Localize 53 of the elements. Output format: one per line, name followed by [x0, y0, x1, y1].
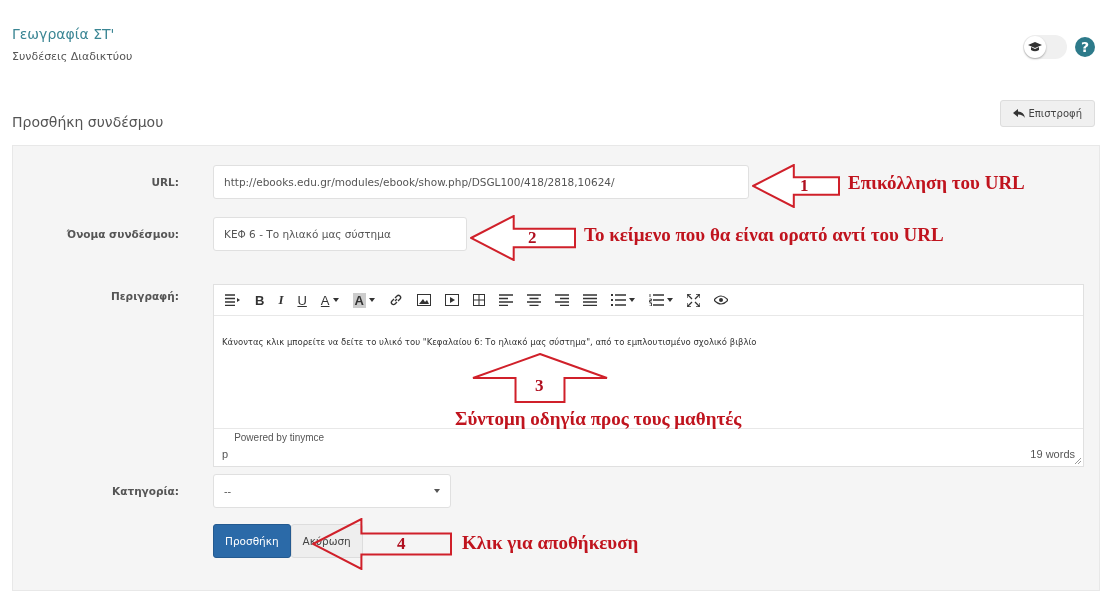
add-button[interactable]: Προσθήκη [213, 524, 291, 558]
element-path: p [222, 448, 229, 460]
link-icon [388, 293, 403, 307]
text-color-button[interactable]: A [315, 290, 344, 310]
page-title: Προσθήκη συνδέσμου [12, 114, 164, 130]
resize-handle-icon[interactable] [1075, 458, 1081, 464]
bold-button[interactable]: B [250, 290, 270, 310]
justify-icon [582, 294, 597, 306]
caret-icon [666, 298, 673, 302]
caret-icon [628, 298, 635, 302]
caret-icon [332, 298, 339, 302]
student-view-toggle[interactable] [1023, 34, 1067, 59]
italic-button[interactable]: I [273, 290, 289, 310]
description-text: Κάνοντας κλικ μπορείτε να δείτε το υλικό του "Κεφαλαίου 6: Το ηλιακό μας σύστημα", από το εμπλουτισμένο σχολικό βιβλίο [222, 337, 757, 347]
annotation-text: Κλικ για αποθήκευση [462, 532, 639, 554]
category-select[interactable]: -- [213, 474, 451, 508]
url-field[interactable]: http://ebooks.edu.gr/modules/ebook/show.php/DSGL100/418/2818,10624/ [213, 165, 749, 199]
course-title[interactable]: Γεωγραφία ΣΤ' [12, 26, 133, 42]
category-label: Κατηγορία: [111, 485, 179, 497]
bullet-list-icon [610, 294, 626, 306]
graduation-cap-icon [1028, 41, 1042, 52]
description-label: Περιγραφή: [110, 289, 179, 302]
highlight-button[interactable]: A [347, 290, 380, 310]
annotation-text: Σύντομη οδηγία προς τους μαθητές [455, 408, 742, 430]
align-left-icon [498, 294, 513, 306]
table-icon [472, 294, 485, 306]
back-button[interactable]: Επιστροφή [999, 99, 1095, 127]
help-icon[interactable]: ? [1075, 36, 1095, 57]
annotation-text: Επικόλληση του URL [848, 172, 1025, 194]
url-label: URL: [150, 176, 179, 188]
eye-icon [713, 295, 728, 305]
align-right-icon [554, 294, 569, 306]
image-icon [416, 294, 431, 306]
numbered-list-icon [648, 294, 664, 306]
reply-arrow-icon [1012, 108, 1025, 118]
step-number: 3 [535, 376, 544, 396]
toggle-knob[interactable] [1024, 35, 1046, 58]
link-name-field[interactable]: ΚΕΦ 6 - Το ηλιακό μας σύστημα [213, 217, 467, 251]
paragraph-format-icon [225, 294, 241, 306]
align-center-icon [526, 294, 541, 306]
link-name-label: Όνομα συνδέσμου: [65, 228, 179, 240]
step-number: 1 [800, 176, 809, 196]
step-number: 4 [397, 534, 406, 554]
video-icon [444, 294, 459, 306]
step-number: 2 [528, 228, 537, 248]
caret-icon [368, 298, 375, 302]
fullscreen-icon [686, 293, 700, 307]
caret-icon [434, 489, 440, 493]
annotation-text: Το κείμενο που θα είναι ορατό αντί του URL [584, 224, 944, 246]
underline-button[interactable]: U [292, 290, 312, 310]
powered-by-link[interactable]: Powered by tinymce [234, 432, 325, 443]
word-count: 19 words [1030, 448, 1075, 460]
module-title: Συνδέσεις Διαδικτύου [12, 50, 133, 63]
